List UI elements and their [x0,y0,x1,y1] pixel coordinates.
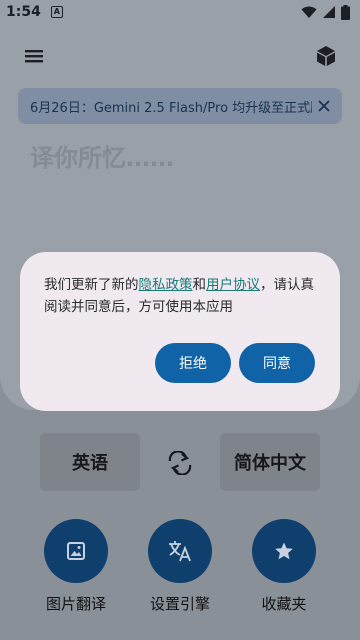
app-bar [0,36,360,76]
translation-input[interactable]: 译你所忆…… [30,138,174,173]
privacy-update-dialog: 我们更新了新的隐私政策和用户协议，请认真阅读并同意后，方可使用本应用 拒绝 同意 [20,252,340,411]
engine-settings-action[interactable]: 设置引擎 [130,519,230,614]
image-translate-label: 图片翻译 [45,595,106,613]
image-icon [67,542,85,560]
battery-icon [341,4,350,20]
image-translate-action[interactable]: 图片翻译 [26,519,126,614]
target-language-button[interactable]: 简体中文 [220,433,320,491]
app-screen: 1:54 A 6月26日：Gemini 2.5 Flash/Pro 均升级至正式… [0,0,360,640]
announcement-text: 6月26日：Gemini 2.5 Flash/Pro 均升级至正式版 [30,100,312,116]
engine-settings-label: 设置引擎 [149,595,210,613]
favorites-action[interactable]: 收藏夹 [234,519,334,614]
star-icon [275,542,293,560]
cube-icon[interactable] [312,42,340,70]
reject-button[interactable]: 拒绝 [155,343,231,383]
announcement-banner[interactable]: 6月26日：Gemini 2.5 Flash/Pro 均升级至正式版 [18,88,342,124]
favorites-button[interactable] [252,519,316,583]
favorites-label: 收藏夹 [261,595,307,613]
swap-arrows-icon[interactable] [163,446,197,480]
agree-button[interactable]: 同意 [239,343,315,383]
status-bar: 1:54 A [0,0,360,24]
wifi-icon [301,6,317,18]
notification-icon: A [50,6,63,18]
signal-icon [323,6,335,18]
translate-icon [169,541,191,562]
hamburger-menu-icon[interactable] [20,42,48,70]
privacy-policy-link[interactable]: 隐私政策 [139,277,193,293]
engine-settings-button[interactable] [148,519,212,583]
source-language-button[interactable]: 英语 [40,433,140,491]
user-agreement-link[interactable]: 用户协议 [206,277,260,293]
close-icon[interactable] [314,96,334,116]
dialog-message: 我们更新了新的隐私政策和用户协议，请认真阅读并同意后，方可使用本应用 [44,277,314,315]
status-time: 1:54 [6,4,41,20]
image-translate-button[interactable] [44,519,108,583]
